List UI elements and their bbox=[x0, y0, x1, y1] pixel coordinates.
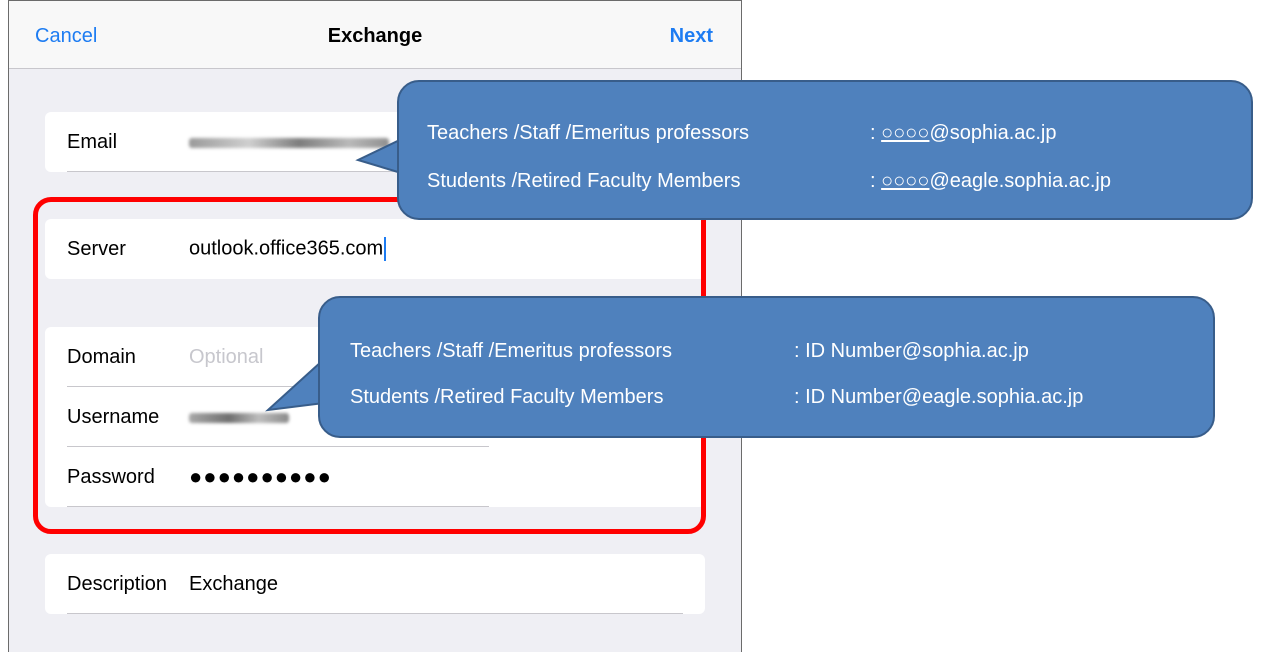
description-row[interactable]: Description Exchange bbox=[45, 554, 705, 614]
username-callout-staff-address: : ID Number@sophia.ac.jp bbox=[794, 340, 1029, 362]
email-label: Email bbox=[67, 130, 118, 153]
password-field[interactable]: ●●●●●●●●●● bbox=[189, 464, 332, 490]
divider bbox=[67, 613, 683, 614]
server-row[interactable]: Server outlook.office365.com bbox=[45, 219, 705, 279]
server-group: Server outlook.office365.com bbox=[45, 219, 705, 279]
domain-label: Domain bbox=[67, 345, 136, 368]
email-callout-staff-label: Teachers /Staff /Emeritus professors bbox=[427, 122, 749, 144]
password-row[interactable]: Password ●●●●●●●●●● bbox=[45, 447, 705, 507]
description-label: Description bbox=[67, 572, 168, 595]
description-group: Description Exchange bbox=[45, 554, 705, 614]
divider bbox=[67, 506, 489, 507]
server-label: Server bbox=[67, 237, 126, 260]
username-label: Username bbox=[67, 405, 160, 428]
username-callout-student-address: : ID Number@eagle.sophia.ac.jp bbox=[794, 386, 1084, 408]
server-value: outlook.office365.com bbox=[189, 237, 384, 260]
email-callout: Teachers /Staff /Emeritus professors : ○… bbox=[397, 80, 1253, 220]
page-title: Exchange bbox=[327, 25, 423, 47]
next-button[interactable]: Next bbox=[670, 25, 713, 48]
navigation-bar: Cancel Exchange Next bbox=[9, 1, 741, 69]
password-label: Password bbox=[67, 465, 155, 488]
username-callout: Teachers /Staff /Emeritus professors : I… bbox=[318, 296, 1215, 438]
username-callout-staff-label: Teachers /Staff /Emeritus professors bbox=[350, 340, 672, 362]
email-callout-student-label: Students /Retired Faculty Members bbox=[427, 170, 741, 192]
server-field[interactable]: outlook.office365.com bbox=[189, 237, 387, 261]
email-callout-student-address: : ○○○○@eagle.sophia.ac.jp bbox=[870, 170, 1111, 192]
text-cursor bbox=[384, 237, 387, 261]
email-callout-staff-address: : ○○○○@sophia.ac.jp bbox=[870, 122, 1057, 144]
description-field[interactable]: Exchange bbox=[189, 573, 278, 596]
username-callout-student-label: Students /Retired Faculty Members bbox=[350, 386, 664, 408]
